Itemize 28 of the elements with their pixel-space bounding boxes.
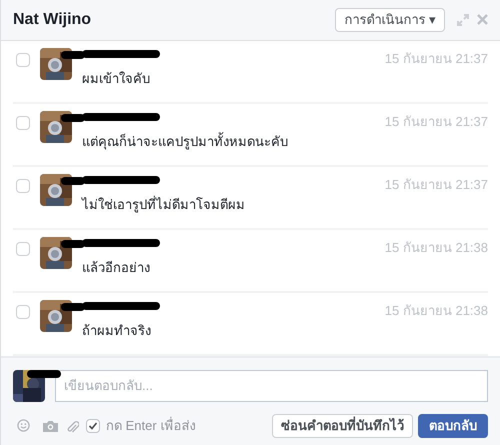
message-time: 15 กันยายน 21:37 [384, 50, 488, 68]
hide-saved-replies-button[interactable]: ซ่อนคำตอบที่บันทึกไว้ [272, 414, 413, 438]
message-text: ถ้าผมทำจริง [82, 322, 152, 340]
enter-to-send-label: กด Enter เพื่อส่ง [106, 416, 196, 435]
window-title: Nat Wijino [13, 10, 92, 30]
checkbox[interactable] [16, 178, 30, 193]
message-time: 15 กันยายน 21:37 [384, 112, 488, 131]
checkbox[interactable] [16, 52, 30, 67]
checkbox[interactable] [16, 304, 30, 319]
reply-button[interactable]: ตอบกลับ [418, 414, 488, 438]
close-icon[interactable] [477, 14, 488, 26]
message-text: ผมเข้าใจคับ [82, 70, 151, 88]
paperclip-icon[interactable] [67, 421, 79, 434]
checkbox[interactable] [86, 418, 100, 433]
message-time: 15 กันยายน 21:38 [384, 238, 488, 257]
message-text: แล้วอีกอย่าง [82, 258, 151, 277]
expand-icon[interactable] [457, 14, 469, 26]
checkbox[interactable] [16, 116, 30, 130]
message-time: 15 กันยายน 21:37 [384, 176, 488, 194]
actions-dropdown[interactable]: การดำเนินการ ▾ [335, 8, 445, 32]
message-text: ไม่ใช่เอารูปที่ไม่ดีมาโจมตีผม [82, 194, 246, 214]
check-icon [88, 420, 98, 431]
smiley-icon[interactable] [17, 419, 30, 432]
checkbox[interactable] [16, 242, 30, 256]
message-text: แต่คุณก็น่าจะแคปรูปมาทั้งหมดนะคับ [82, 132, 289, 152]
camera-icon[interactable] [43, 420, 58, 432]
reply-field[interactable]: เขียนตอบกลับ... [55, 370, 488, 402]
message-time: 15 กันยายน 21:38 [384, 302, 488, 320]
